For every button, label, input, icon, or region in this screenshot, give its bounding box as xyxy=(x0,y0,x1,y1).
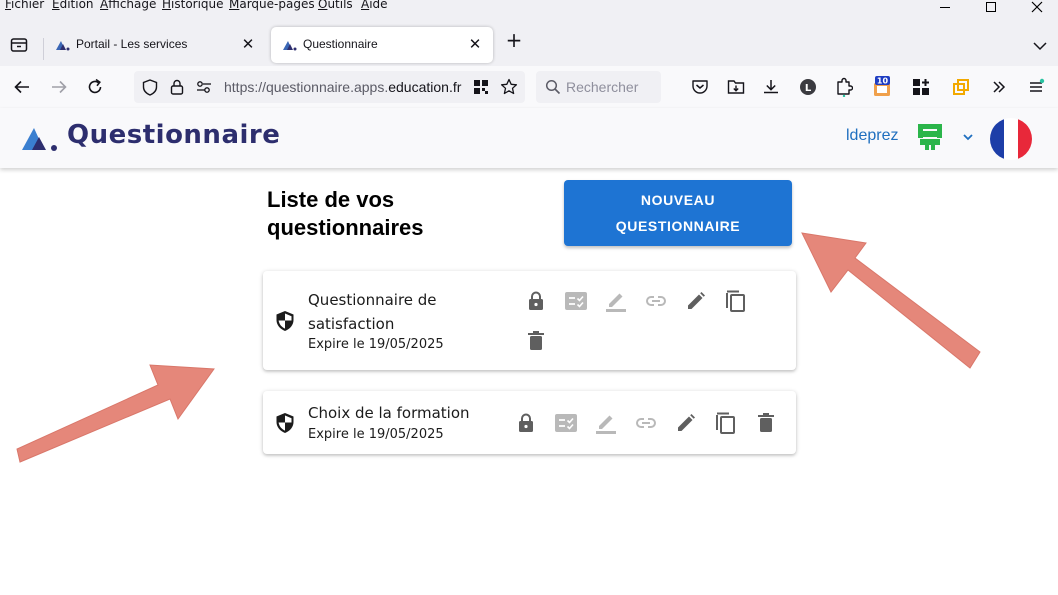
annotation-arrows xyxy=(16,232,981,463)
arrow-to-new-button xyxy=(801,232,981,369)
arrow-to-first-card xyxy=(16,364,215,463)
